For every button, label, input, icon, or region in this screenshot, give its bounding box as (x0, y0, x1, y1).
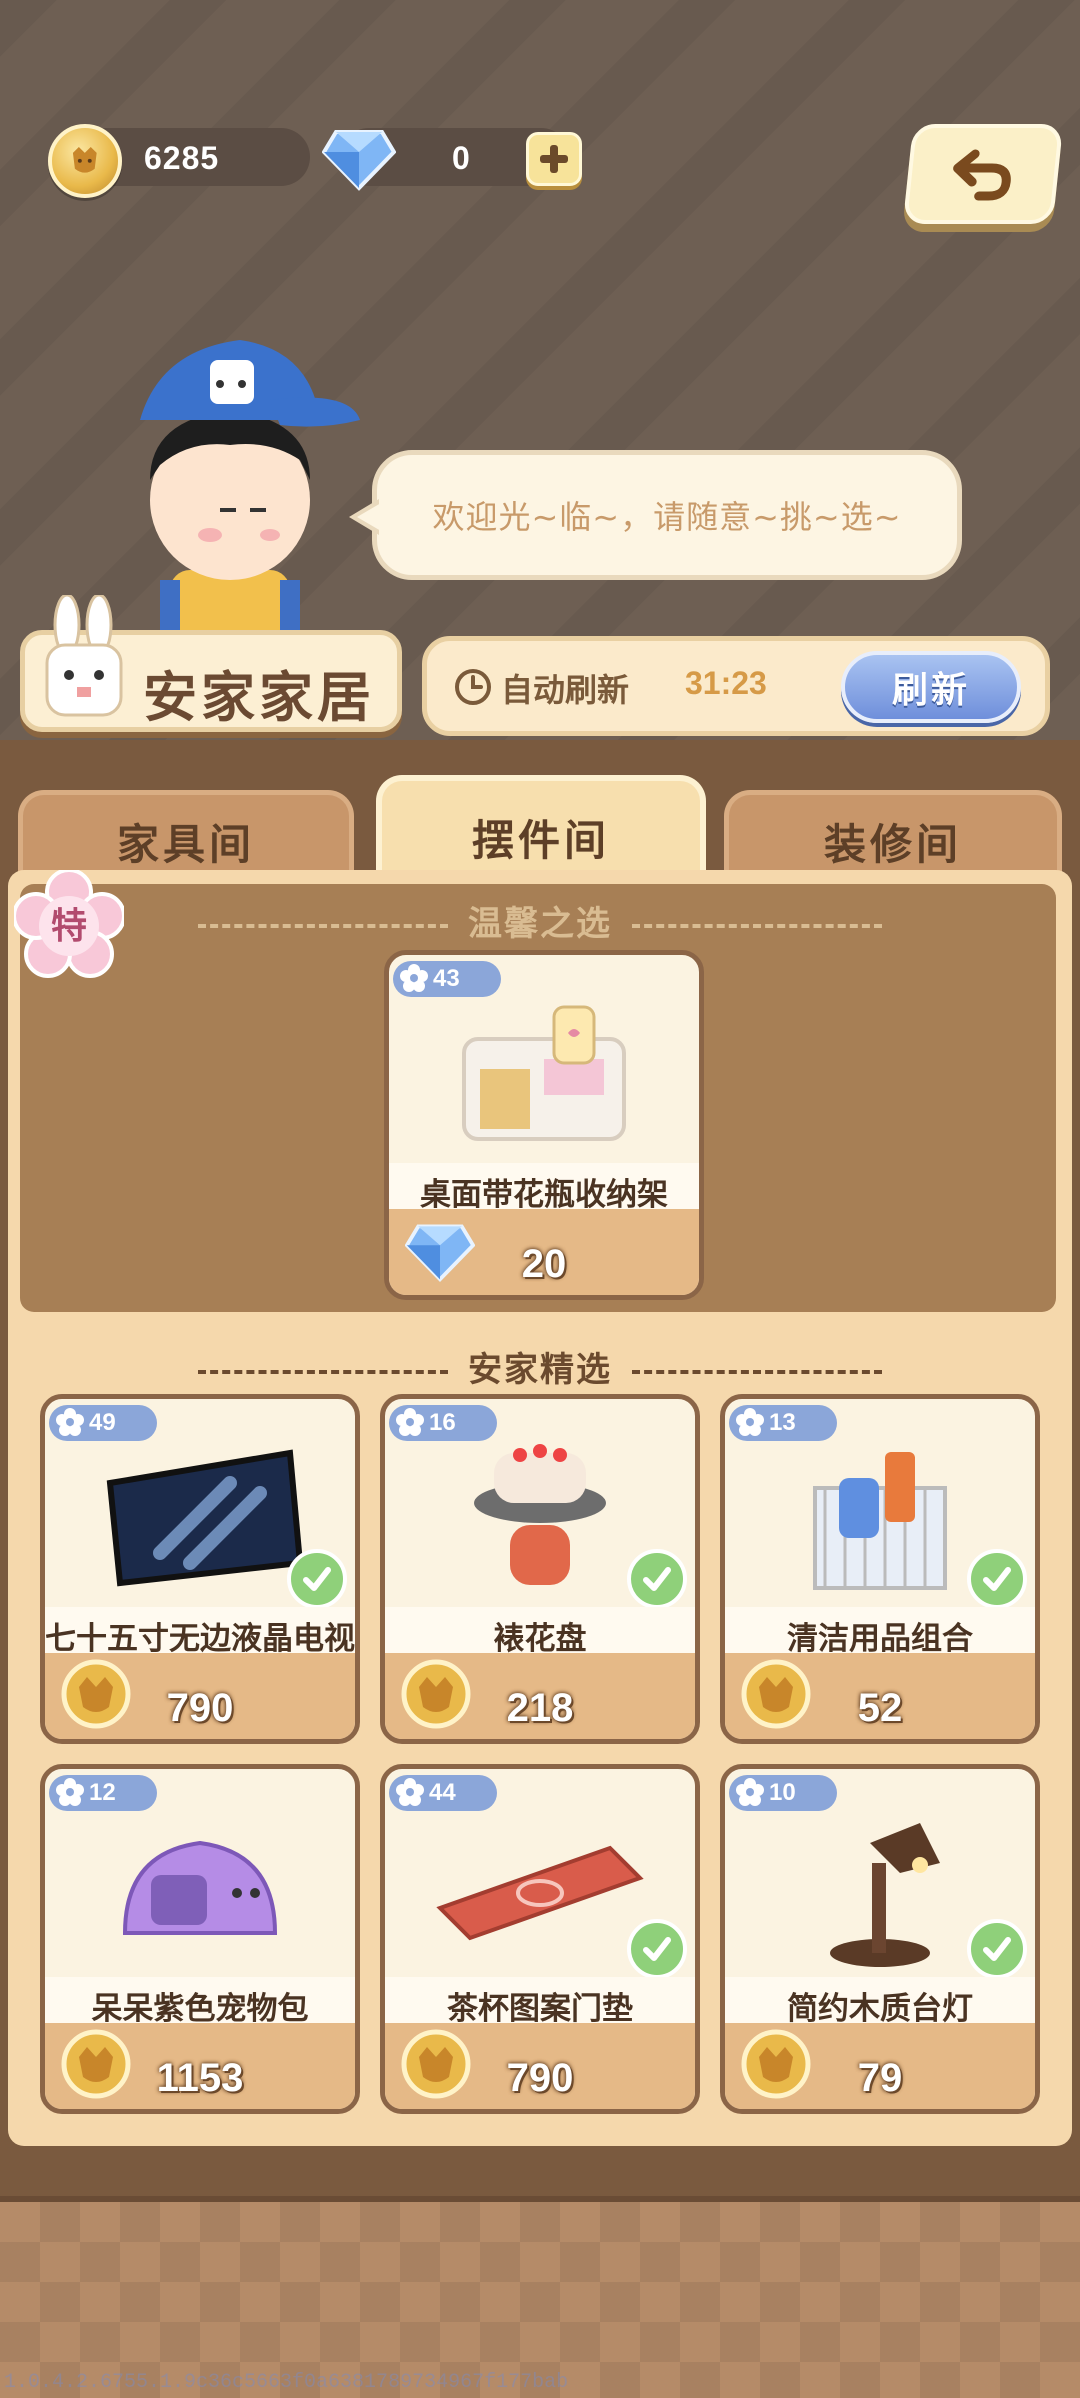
gem-amount: 0 (452, 140, 471, 176)
owned-check-icon (627, 1919, 687, 1979)
owned-check-icon (967, 1549, 1027, 1609)
featured-item-card[interactable]: 13 清洁用品组合 52 (720, 1394, 1040, 1744)
refresh-clock-icon (455, 669, 491, 705)
shop-name: 安家家居 (143, 666, 375, 729)
special-section-title: 温馨之选 (0, 896, 1080, 945)
item-price: 20 (521, 1242, 567, 1286)
featured-item-card[interactable]: 16 裱花盘 218 (380, 1394, 700, 1744)
version-string: 1.0.4.2.6755.1.9c36c5663f0a6381789734967… (4, 2371, 569, 2394)
undo-arrow-icon (953, 149, 1011, 201)
item-price: 790 (166, 1686, 234, 1730)
floor-pattern (0, 2196, 1080, 2398)
refresh-countdown: 31:23 (685, 665, 767, 701)
featured-item-card[interactable]: 44 茶杯图案门垫 790 (380, 1764, 700, 2114)
bunny-logo-icon (45, 595, 123, 717)
special-item-card[interactable]: 43 桌面带花瓶收纳架 20 (384, 950, 704, 1300)
coin-amount: 6285 (144, 140, 220, 176)
item-price: 1153 (156, 2056, 244, 2100)
refresh-button[interactable]: 刷新 (841, 651, 1021, 723)
owned-check-icon (287, 1549, 347, 1609)
item-image (389, 985, 699, 1163)
featured-item-card[interactable]: 10 简约木质台灯 79 (720, 1764, 1040, 2114)
special-flower-badge: 特 (14, 870, 124, 978)
shopkeeper-character (140, 340, 360, 630)
featured-section-title: 安家精选 (0, 1342, 1080, 1391)
featured-item-card[interactable]: 49 七十五寸无边液晶电视 790 (40, 1394, 360, 1744)
shop-name-plate: 安家家居 (20, 595, 402, 732)
item-price: 52 (857, 1686, 903, 1730)
auto-refresh-label: 自动刷新 (501, 671, 630, 709)
greeting-text: 欢迎光~临~，请随意~挑~选~ (432, 498, 902, 536)
item-image (45, 1799, 355, 1977)
owned-check-icon (967, 1919, 1027, 1979)
greeting-speech-bubble: 欢迎光~临~，请随意~挑~选~ (349, 450, 962, 580)
item-price: 218 (506, 1686, 574, 1730)
plus-icon (540, 145, 568, 173)
item-price: 790 (506, 2056, 574, 2100)
add-gems-button[interactable] (526, 132, 582, 186)
auto-refresh-bar: 自动刷新 31:23 刷新 (422, 636, 1050, 736)
coin-icon (48, 124, 122, 198)
svg-text:特: 特 (51, 906, 87, 947)
back-button[interactable] (902, 124, 1064, 224)
item-price: 79 (857, 2056, 903, 2100)
owned-check-icon (627, 1549, 687, 1609)
featured-item-card[interactable]: 12 呆呆紫色宠物包 1153 (40, 1764, 360, 2114)
gem-icon (322, 130, 396, 191)
